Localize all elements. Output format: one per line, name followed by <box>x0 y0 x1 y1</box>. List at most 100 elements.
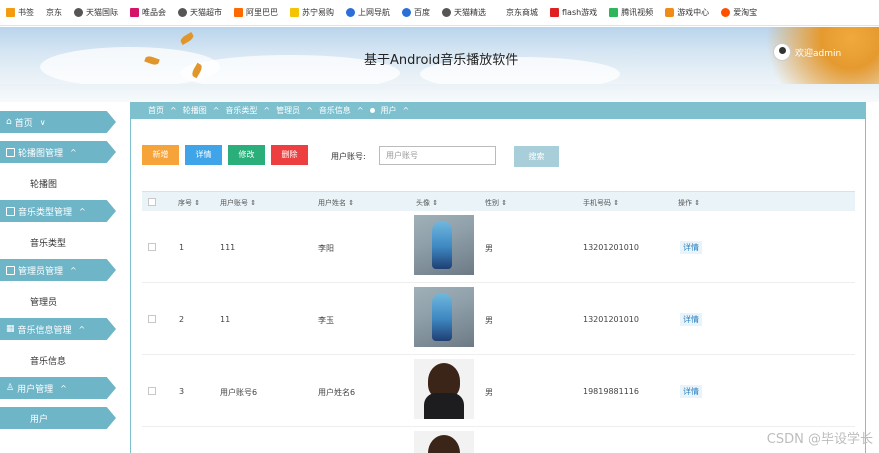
bookmark-item[interactable]: 书签 <box>6 7 34 18</box>
chevron-down-icon: ∨ <box>39 117 46 127</box>
leaf-decoration <box>179 31 195 46</box>
breadcrumb-item[interactable]: 轮播图 <box>183 105 207 116</box>
search-input[interactable]: 用户账号 <box>379 146 496 165</box>
header-subbar <box>0 84 879 102</box>
row-detail-button[interactable]: 详情 <box>680 313 702 326</box>
add-button[interactable]: 新增 <box>142 145 179 165</box>
column-header[interactable]: 用户账号 ⇕ <box>220 198 256 208</box>
cell-name: 李阳 <box>318 244 334 253</box>
row-detail-button[interactable]: 详情 <box>680 385 702 398</box>
bookmark-item[interactable]: 阿里巴巴 <box>234 7 278 18</box>
sidebar-item-banner-management[interactable]: 轮播图管理 ^ <box>0 141 116 163</box>
bookmark-item[interactable]: 游戏中心 <box>665 7 709 18</box>
cell-account: 111 <box>220 243 236 252</box>
chevron-up-icon: ^ <box>70 147 77 157</box>
bookmark-item[interactable]: 唯品会 <box>130 7 166 18</box>
breadcrumb-item-active[interactable]: 用户 <box>381 105 397 116</box>
site-icon <box>234 8 243 17</box>
column-header[interactable]: 用户姓名 ⇕ <box>318 198 354 208</box>
sidebar: ⌂ 首页 ∨ 轮播图管理 ^ 轮播图 音乐类型管理 ^ 音乐类型 管理员管理 ^… <box>0 102 128 453</box>
cell-name: 用户姓名6 <box>318 388 356 397</box>
site-icon <box>290 8 299 17</box>
breadcrumb: 首页 ^ 轮播图 ^ 音乐类型 ^ 管理员 ^ 音乐信息 ^ 用户 ^ <box>130 102 866 119</box>
sidebar-subitem-music-info[interactable]: 音乐信息 <box>30 354 66 367</box>
avatar <box>773 43 791 61</box>
edit-button[interactable]: 修改 <box>228 145 265 165</box>
site-icon <box>130 8 139 17</box>
sidebar-item-music-info-management[interactable]: ▦ 音乐信息管理 ^ <box>0 318 116 340</box>
search-button[interactable]: 搜索 <box>514 146 559 167</box>
column-header[interactable]: 性别 ⇕ <box>485 198 507 208</box>
site-icon <box>442 8 451 17</box>
sidebar-item-user-management[interactable]: ♙ 用户管理 ^ <box>0 377 116 399</box>
column-header[interactable]: 手机号码 ⇕ <box>583 198 619 208</box>
row-detail-button[interactable]: 详情 <box>680 241 702 254</box>
column-header[interactable]: 操作 ⇕ <box>678 198 700 208</box>
chevron-up-icon: ^ <box>78 324 86 334</box>
watermark: CSDN @毕设学长 <box>766 432 873 447</box>
avatar-photo <box>414 215 474 275</box>
header-banner: 基于Android音乐播放软件 欢迎admin <box>0 27 879 84</box>
table-row[interactable]: 3 用户账号6 用户姓名6 男 19819881116 详情 <box>142 356 855 427</box>
row-checkbox[interactable] <box>148 315 156 323</box>
breadcrumb-separator: ^ <box>402 106 410 115</box>
cell-gender: 男 <box>485 316 493 325</box>
sidebar-subitem-banner[interactable]: 轮播图 <box>30 177 57 190</box>
sidebar-subitem-music-type[interactable]: 音乐类型 <box>30 236 66 249</box>
breadcrumb-item[interactable]: 音乐信息 <box>319 105 351 116</box>
bookmark-item[interactable]: 爱淘宝 <box>721 7 757 18</box>
avatar-photo <box>414 431 474 453</box>
breadcrumb-item[interactable]: 音乐类型 <box>225 105 257 116</box>
bookmark-item[interactable]: flash游戏 <box>550 7 597 18</box>
sidebar-item-home[interactable]: ⌂ 首页 ∨ <box>0 111 116 133</box>
bookmark-item[interactable]: 天猫国际 <box>74 7 118 18</box>
table-row-partial[interactable] <box>142 428 855 453</box>
chevron-up-icon: ^ <box>79 206 86 216</box>
search-label: 用户账号: <box>331 152 366 161</box>
table-row[interactable]: 2 11 李玉 男 13201201010 详情 <box>142 284 855 355</box>
table-row[interactable]: 1 111 李阳 男 13201201010 详情 <box>142 212 855 283</box>
panel-icon <box>6 206 15 216</box>
user-info[interactable]: 欢迎admin <box>773 43 841 61</box>
row-checkbox[interactable] <box>148 243 156 251</box>
site-icon <box>721 8 731 17</box>
delete-button[interactable]: 删除 <box>271 145 308 165</box>
row-checkbox[interactable] <box>148 387 156 395</box>
bookmark-item[interactable]: 天猫超市 <box>178 7 222 18</box>
bookmark-item[interactable]: 苏宁易购 <box>290 7 334 18</box>
cell-index: 2 <box>179 315 185 324</box>
breadcrumb-separator: ^ <box>263 106 271 115</box>
cell-gender: 男 <box>485 388 493 397</box>
cell-phone: 13201201010 <box>583 315 639 324</box>
grid-icon: ▦ <box>6 324 15 334</box>
bookmark-item[interactable]: 京东 <box>46 7 62 18</box>
breadcrumb-separator: ^ <box>356 106 364 115</box>
bookmark-item[interactable]: 腾讯视频 <box>609 7 653 18</box>
column-header[interactable]: 头像 ⇕ <box>416 198 438 208</box>
select-all-checkbox[interactable] <box>148 198 156 206</box>
sidebar-item-music-type-management[interactable]: 音乐类型管理 ^ <box>0 200 116 222</box>
cell-phone: 13201201010 <box>583 243 639 252</box>
bookmark-item[interactable]: 天猫精选 <box>442 7 486 18</box>
cell-index: 1 <box>179 243 185 252</box>
cell-gender: 男 <box>485 244 493 253</box>
detail-button[interactable]: 详情 <box>185 145 222 165</box>
user-table: 序号 ⇕ 用户账号 ⇕ 用户姓名 ⇕ 头像 ⇕ 性别 ⇕ 手机号码 ⇕ 操作 ⇕… <box>142 191 855 453</box>
sidebar-item-admin-management[interactable]: 管理员管理 ^ <box>0 259 116 281</box>
bookmark-item[interactable]: 京东商城 <box>506 7 538 18</box>
site-icon <box>346 8 355 17</box>
page-title: 基于Android音乐播放软件 <box>364 53 519 68</box>
site-icon <box>178 8 187 17</box>
panel-icon <box>6 265 15 275</box>
column-header[interactable]: 序号 ⇕ <box>178 198 200 208</box>
sidebar-subitem-admin[interactable]: 管理员 <box>30 295 57 308</box>
gamepad-icon <box>665 8 675 17</box>
bookmark-item[interactable]: 百度 <box>402 7 430 18</box>
breadcrumb-item[interactable]: 首页 <box>148 105 164 116</box>
chevron-up-icon: ^ <box>60 383 67 393</box>
sidebar-subitem-user[interactable]: 用户 <box>0 407 116 429</box>
breadcrumb-item[interactable]: 管理员 <box>276 105 300 116</box>
cell-account: 用户账号6 <box>220 388 258 397</box>
welcome-text: 欢迎admin <box>795 48 842 59</box>
bookmark-item[interactable]: 上网导航 <box>346 7 390 18</box>
